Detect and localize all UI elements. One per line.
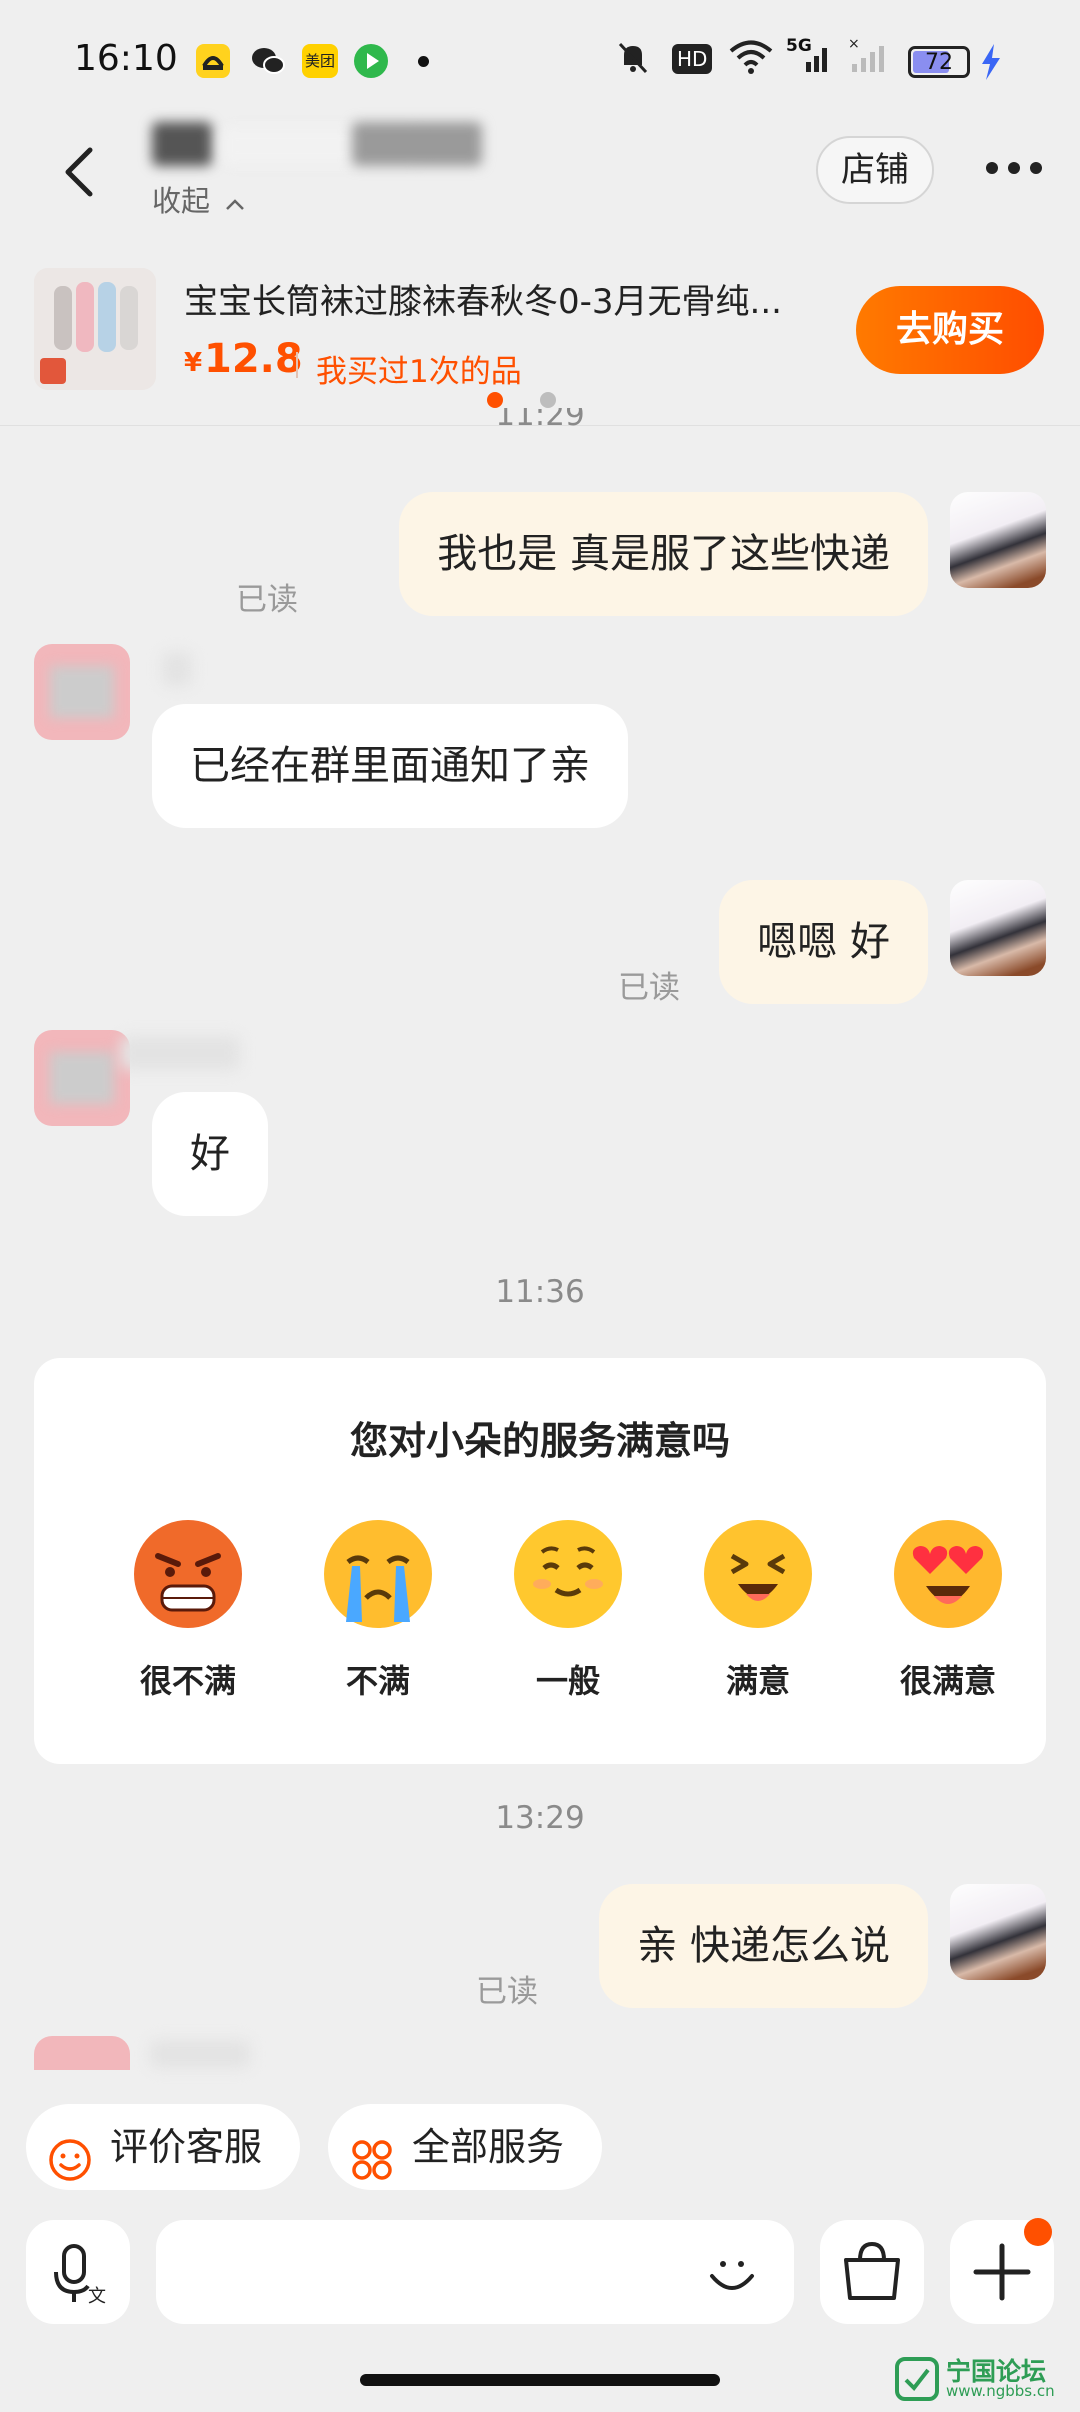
rating-option-very-satisfied[interactable]: 很满意 xyxy=(873,1518,1023,1702)
my-message-bubble[interactable]: 亲 快递怎么说 xyxy=(599,1884,928,2008)
buy-button[interactable]: 去购买 xyxy=(856,286,1044,374)
chat-timestamp: 11:29 xyxy=(495,408,585,433)
signal-weak-icon: × xyxy=(848,36,894,83)
rating-label: 一般 xyxy=(535,1662,600,1700)
shop-name-redacted xyxy=(152,108,492,178)
battery-percent: 72 xyxy=(925,50,953,75)
order-button[interactable] xyxy=(820,2220,924,2324)
smile-icon xyxy=(48,2126,92,2181)
charging-icon xyxy=(980,44,1002,87)
sender-name-redacted xyxy=(120,1036,240,1070)
svg-text:×: × xyxy=(848,36,860,52)
battery-icon: 72 xyxy=(908,46,970,78)
rating-option-very-unsatisfied[interactable]: 很不满 xyxy=(113,1518,263,1702)
product-title[interactable]: 宝宝长筒袜过膝袜春秋冬0-3月无骨纯... xyxy=(184,274,824,323)
meituan-icon: 美团 xyxy=(302,44,338,78)
shop-message-bubble[interactable]: 已经在群里面通知了亲 xyxy=(152,704,628,828)
rating-label: 很不满 xyxy=(139,1662,236,1700)
message-input[interactable] xyxy=(156,2220,794,2324)
chat-timestamp: 11:36 xyxy=(495,1274,585,1310)
notification-dot xyxy=(418,56,429,67)
all-services-button[interactable]: 全部服务 xyxy=(328,2104,602,2190)
meituan-label: 美团 xyxy=(304,52,335,70)
status-bar: 16:10 美团 HD 5G × 72 xyxy=(0,0,1080,120)
my-avatar[interactable] xyxy=(950,880,1046,976)
rate-service-button[interactable]: 评价客服 xyxy=(26,2104,300,2190)
read-status: 已读 xyxy=(236,582,298,618)
home-indicator[interactable] xyxy=(360,2374,720,2386)
wechat-icon xyxy=(250,44,285,78)
rating-option-unsatisfied[interactable]: 不满 xyxy=(303,1518,453,1702)
sender-name-redacted xyxy=(162,652,192,686)
collapse-label: 收起 xyxy=(152,184,211,218)
watermark-url: www.ngbbs.cn xyxy=(946,2382,1055,2400)
video-app-icon xyxy=(354,44,388,78)
shopping-bag-icon xyxy=(844,2241,900,2300)
emoji-icon[interactable] xyxy=(702,2244,762,2304)
my-message-bubble[interactable]: 嗯嗯 好 xyxy=(719,880,928,1004)
shop-avatar[interactable] xyxy=(34,1030,130,1126)
happy-face-icon xyxy=(702,1518,814,1630)
rating-option-satisfied[interactable]: 满意 xyxy=(683,1518,833,1702)
product-price: 12.8 xyxy=(204,336,303,382)
my-avatar[interactable] xyxy=(950,1884,1046,1980)
product-card[interactable]: 宝宝长筒袜过膝袜春秋冬0-3月无骨纯... ¥ 12.8 我买过1次的品 去购买 xyxy=(0,248,1080,426)
all-services-label: 全部服务 xyxy=(412,2125,565,2169)
voice-input-button[interactable]: 文 xyxy=(26,2220,130,2324)
svg-text:文: 文 xyxy=(88,2286,106,2307)
grid-icon xyxy=(350,2126,394,2180)
hd-label: HD xyxy=(677,47,708,71)
notification-badge xyxy=(1024,2218,1052,2246)
forum-watermark: 宁国论坛 www.ngbbs.cn xyxy=(894,2354,1074,2406)
shop-avatar[interactable] xyxy=(34,2036,130,2070)
carousel-dot-active[interactable] xyxy=(487,392,503,408)
taxi-app-icon xyxy=(196,44,230,78)
chat-timestamp: 13:29 xyxy=(495,1800,585,1836)
price-currency: ¥ xyxy=(184,348,203,378)
rating-label: 不满 xyxy=(345,1662,410,1700)
collapse-toggle[interactable]: 收起 xyxy=(152,178,245,220)
rating-title: 您对小朵的服务满意吗 xyxy=(349,1419,730,1463)
sender-name-redacted xyxy=(150,2040,250,2068)
heart-eyes-face-icon xyxy=(892,1518,1004,1630)
price-divider xyxy=(296,352,298,378)
carousel-dot[interactable] xyxy=(540,392,556,408)
rate-service-label: 评价客服 xyxy=(110,2125,263,2169)
read-status: 已读 xyxy=(476,1974,538,2010)
shop-button[interactable]: 店铺 xyxy=(816,136,934,204)
more-options-icon[interactable] xyxy=(986,162,1042,176)
my-avatar[interactable] xyxy=(950,492,1046,588)
microphone-icon: 文 xyxy=(54,2244,106,2307)
purchase-history-note: 我买过1次的品 xyxy=(316,354,522,390)
wifi-icon xyxy=(728,38,774,83)
my-message-bubble[interactable]: 我也是 真是服了这些快递 xyxy=(399,492,928,616)
rating-option-neutral[interactable]: 一般 xyxy=(493,1518,643,1702)
hd-icon: HD xyxy=(672,44,713,74)
back-arrow-icon[interactable] xyxy=(60,142,100,202)
rating-label: 满意 xyxy=(725,1662,790,1700)
read-status: 已读 xyxy=(618,970,680,1006)
chevron-up-icon xyxy=(225,184,245,218)
shop-message-bubble[interactable]: 好 xyxy=(152,1092,268,1216)
crying-face-icon xyxy=(322,1518,434,1630)
neutral-face-icon xyxy=(512,1518,624,1630)
rating-label: 很满意 xyxy=(899,1662,996,1700)
mute-icon xyxy=(614,38,652,83)
shop-avatar[interactable] xyxy=(34,644,130,740)
status-time: 16:10 xyxy=(74,38,178,79)
forum-logo-icon xyxy=(895,2357,939,2401)
angry-face-icon xyxy=(132,1518,244,1630)
service-rating-card: 您对小朵的服务满意吗 很不满 不满 一般 满意 很满意 xyxy=(34,1358,1046,1764)
product-thumbnail[interactable] xyxy=(34,268,156,390)
